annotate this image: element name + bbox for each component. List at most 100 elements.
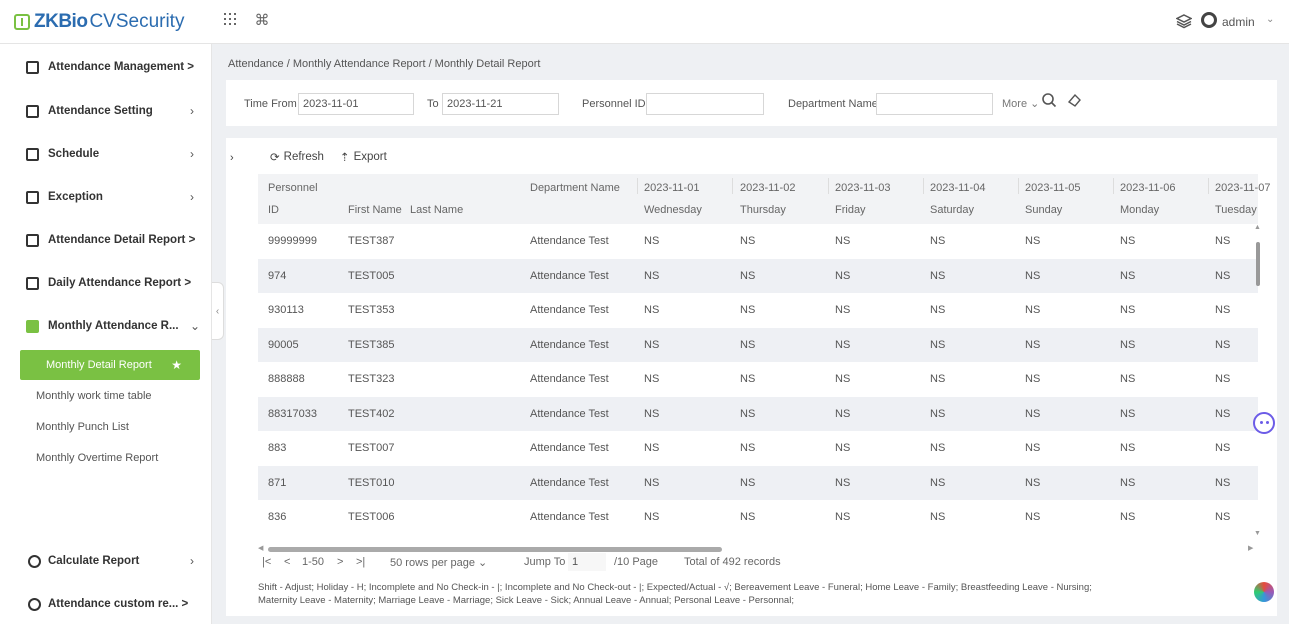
table-row[interactable]: 836 TEST006 Attendance Test NS NS NS NS NS NS NS	[258, 500, 1258, 535]
cell-day-status: NS	[930, 235, 946, 247]
cell-day-status: NS	[1025, 304, 1041, 316]
cell-day-status: NS	[1025, 235, 1041, 247]
sidebar-item-attendance-detail-report[interactable]: Attendance Detail Report >	[0, 223, 212, 257]
logo-icon	[14, 14, 30, 30]
time-to-input[interactable]	[442, 93, 559, 115]
jump-to-input[interactable]	[568, 553, 606, 571]
app-logo[interactable]: ZKBio CVSecurity	[14, 10, 184, 34]
sidebar-collapse-handle[interactable]: ‹	[212, 282, 224, 340]
cell-personnel-id: 90005	[268, 338, 299, 351]
sidebar-item-label: Calculate Report	[48, 555, 140, 567]
assistant-bot-icon[interactable]	[1253, 412, 1275, 434]
logo-prefix: ZKBio	[34, 11, 88, 32]
sidebar-item-schedule[interactable]: Schedule ›	[0, 137, 212, 171]
col-date[interactable]: 2023-11-03	[835, 182, 890, 194]
cell-day-status: NS	[835, 373, 851, 385]
cell-first-name: TEST385	[348, 338, 395, 351]
sidebar-item-attendance-custom-report[interactable]: Attendance custom re... >	[0, 587, 212, 621]
chevron-right-icon: ›	[190, 104, 194, 118]
scroll-right-icon[interactable]: ▶	[1248, 544, 1253, 552]
user-icon[interactable]	[1201, 12, 1217, 28]
refresh-button[interactable]: ⟳ Refresh	[270, 150, 324, 164]
scrollbar-thumb[interactable]	[268, 547, 722, 552]
col-date[interactable]: 2023-11-06	[1120, 182, 1175, 194]
sidebar-item-calculate-report[interactable]: Calculate Report ›	[0, 544, 212, 578]
cell-day-status: NS	[1120, 269, 1136, 282]
col-date[interactable]: 2023-11-07	[1215, 182, 1270, 194]
apps-grid-icon[interactable]	[221, 12, 239, 30]
submenu-item-label: Monthly Detail Report	[46, 359, 152, 371]
search-icon[interactable]	[1041, 92, 1061, 112]
chevron-right-icon: ›	[190, 147, 194, 161]
col-date[interactable]: 2023-11-01	[644, 182, 699, 194]
cell-day-status: NS	[644, 235, 660, 247]
time-from-input[interactable]	[298, 93, 414, 115]
col-date[interactable]: 2023-11-04	[930, 182, 985, 194]
cell-day-status: NS	[835, 304, 851, 316]
personnel-id-input[interactable]	[646, 93, 764, 115]
star-icon[interactable]: ★	[171, 350, 182, 380]
cell-day-status: NS	[1215, 235, 1231, 247]
eraser-icon[interactable]	[1066, 92, 1086, 112]
chevron-down-icon[interactable]: ⌄	[1266, 14, 1274, 25]
scrollbar-thumb[interactable]	[1256, 242, 1260, 286]
cell-first-name: TEST010	[348, 476, 395, 489]
export-button[interactable]: ⇡ Export	[340, 150, 387, 164]
prev-page-button[interactable]: <	[284, 556, 290, 568]
cell-first-name: TEST005	[348, 269, 395, 282]
col-last-name[interactable]: Last Name	[410, 204, 463, 216]
rows-per-page-select[interactable]: 50 rows per page ⌄	[390, 556, 487, 569]
next-page-button[interactable]: >	[337, 556, 343, 568]
cell-day-status: NS	[740, 304, 756, 316]
table-row[interactable]: 99999999 TEST387 Attendance Test NS NS NS NS NS…	[258, 224, 1258, 259]
pie-icon	[28, 597, 41, 611]
table-header: Personnel Department Name 2023-11-01 202…	[258, 174, 1270, 224]
horizontal-scrollbar[interactable]: ◀ ▶	[258, 544, 1258, 554]
ai-assistant-icon[interactable]	[1254, 582, 1274, 602]
cell-day-status: NS	[740, 442, 756, 454]
layers-icon[interactable]	[1175, 13, 1193, 32]
cell-first-name: TEST353	[348, 304, 395, 316]
more-filters-button[interactable]: More ⌄	[1002, 97, 1039, 110]
table-row[interactable]: 930113 TEST353 Attendance Test NS NS NS NS NS NS…	[258, 293, 1258, 328]
to-label: To	[427, 98, 439, 110]
col-date[interactable]: 2023-11-05	[1025, 182, 1080, 194]
jump-to-label: Jump To	[524, 556, 566, 568]
schedule-icon	[26, 147, 39, 161]
table-row[interactable]: 883 TEST007 Attendance Test NS NS NS NS NS NS NS	[258, 431, 1258, 466]
sidebar-item-daily-attendance-report[interactable]: Daily Attendance Report >	[0, 266, 212, 300]
table-row[interactable]: 90005 TEST385 Attendance Test NS NS NS NS NS NS N…	[258, 327, 1258, 362]
command-icon[interactable]: ⌘	[253, 12, 271, 30]
user-name[interactable]: admin	[1222, 15, 1255, 29]
first-page-button[interactable]: |<	[262, 556, 271, 568]
table-row[interactable]: 888888 TEST323 Attendance Test NS NS NS NS NS NS…	[258, 362, 1258, 397]
submenu-item-monthly-detail-report[interactable]: Monthly Detail Report ★	[20, 350, 200, 380]
department-name-input[interactable]	[876, 93, 993, 115]
cell-first-name: TEST387	[348, 235, 395, 247]
cell-day-status: NS	[930, 476, 946, 489]
sidebar-item-attendance-setting[interactable]: Attendance Setting ›	[0, 94, 212, 128]
scroll-up-icon[interactable]: ▲	[1254, 224, 1261, 231]
scroll-left-icon[interactable]: ◀	[258, 544, 263, 552]
col-id[interactable]: ID	[268, 204, 279, 216]
vertical-scrollbar[interactable]: ▲ ▼	[1254, 224, 1262, 542]
submenu-item-monthly-work-time-table[interactable]: Monthly work time table	[36, 390, 152, 402]
logo-name: CVSecurity	[89, 11, 185, 32]
table-row[interactable]: 88317033 TEST402 Attendance Test NS NS NS NS NS…	[258, 396, 1258, 431]
chevron-right-icon: ›	[190, 190, 194, 204]
sidebar-item-monthly-attendance-report[interactable]: Monthly Attendance R... ⌄	[0, 309, 212, 343]
scroll-down-icon[interactable]: ▼	[1254, 530, 1261, 537]
sidebar-item-attendance-management[interactable]: Attendance Management >	[0, 50, 212, 84]
table-row[interactable]: 871 TEST010 Attendance Test NS NS NS NS NS NS NS	[258, 465, 1258, 500]
sidebar-item-exception[interactable]: Exception ›	[0, 180, 212, 214]
submenu-item-monthly-punch-list[interactable]: Monthly Punch List	[36, 421, 129, 433]
expand-tree-icon[interactable]: ›	[230, 152, 234, 164]
last-page-button[interactable]: >|	[356, 556, 365, 568]
col-first-name[interactable]: First Name	[348, 204, 402, 216]
cell-day-status: NS	[1120, 407, 1136, 420]
col-department-name[interactable]: Department Name	[530, 182, 620, 194]
table-row[interactable]: 974 TEST005 Attendance Test NS NS NS NS NS NS NS	[258, 258, 1258, 293]
col-separator	[1208, 178, 1209, 194]
col-date[interactable]: 2023-11-02	[740, 182, 795, 194]
submenu-item-monthly-overtime-report[interactable]: Monthly Overtime Report	[36, 452, 158, 464]
